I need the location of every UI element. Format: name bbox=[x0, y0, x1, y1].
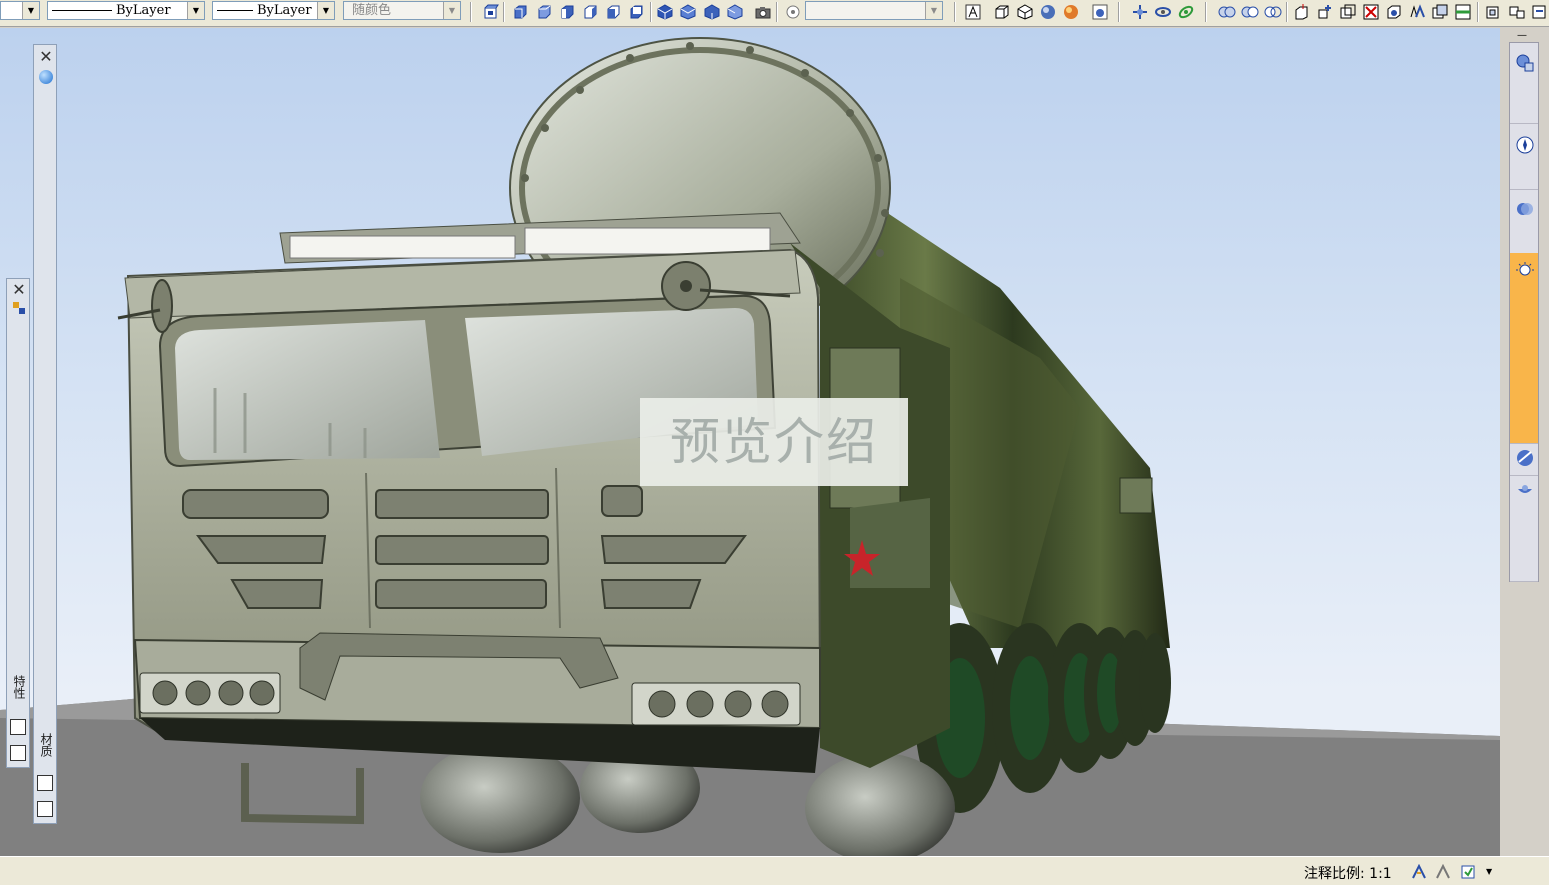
properties-menu-icon[interactable] bbox=[37, 801, 53, 817]
dashboard-panel bbox=[1509, 42, 1539, 582]
toolbar: ▼ ByLayer ▼ ByLayer ▼ 随颜色 ▼ ▼ bbox=[0, 0, 1549, 27]
free-orbit-icon[interactable] bbox=[1177, 3, 1195, 21]
ucs-icon[interactable] bbox=[784, 3, 802, 21]
conceptual-icon[interactable] bbox=[1062, 3, 1080, 21]
iso-nw-icon[interactable] bbox=[726, 3, 744, 21]
preview-watermark: 预览介绍 bbox=[640, 398, 908, 486]
properties-label: 特性 bbox=[12, 675, 26, 699]
auto-hide-icon[interactable] bbox=[10, 719, 26, 735]
3d-box-icon[interactable] bbox=[482, 3, 500, 21]
view-left-icon[interactable] bbox=[558, 3, 576, 21]
materials-icon[interactable] bbox=[1515, 448, 1535, 468]
shell-icon[interactable] bbox=[1484, 3, 1502, 21]
lights-section-active[interactable] bbox=[1510, 253, 1538, 444]
chevron-down-icon: ▼ bbox=[22, 2, 39, 19]
solid-subtract-icon[interactable] bbox=[1241, 3, 1259, 21]
iso-sw-icon[interactable] bbox=[656, 3, 674, 21]
quick-select-icon[interactable] bbox=[12, 301, 26, 315]
iso-ne-icon[interactable] bbox=[703, 3, 721, 21]
lineweight-value: ByLayer bbox=[257, 3, 312, 18]
pan-icon[interactable] bbox=[1131, 3, 1149, 21]
materials-palette: ✕ 材质 bbox=[33, 44, 57, 824]
properties-palette: ✕ 特性 bbox=[6, 278, 30, 768]
linetype-value: ByLayer bbox=[116, 3, 171, 18]
solid-intersect-icon[interactable] bbox=[1264, 3, 1282, 21]
chevron-down-icon[interactable]: ▼ bbox=[1486, 864, 1502, 880]
auto-scale-icon[interactable] bbox=[1435, 863, 1451, 880]
drawing-viewport[interactable]: 预览介绍 bbox=[0, 28, 1500, 856]
close-icon[interactable]: ✕ bbox=[38, 49, 54, 65]
extrude-icon[interactable] bbox=[1293, 3, 1311, 21]
align-3d-icon[interactable] bbox=[1362, 3, 1380, 21]
chevron-down-icon: ▼ bbox=[317, 2, 334, 19]
view-back-icon[interactable] bbox=[627, 3, 645, 21]
status-bar: 注释比例: 1:1 ▼ bbox=[0, 856, 1549, 885]
solid-union-icon[interactable] bbox=[1218, 3, 1236, 21]
realistic-icon[interactable] bbox=[1039, 3, 1057, 21]
chevron-down-icon: ▼ bbox=[443, 2, 460, 19]
camera-icon[interactable] bbox=[754, 3, 772, 21]
clean-icon[interactable] bbox=[1531, 3, 1549, 21]
view-right-icon[interactable] bbox=[581, 3, 599, 21]
auto-hide-icon[interactable] bbox=[37, 775, 53, 791]
view-top-icon[interactable] bbox=[511, 3, 529, 21]
globe-icon bbox=[39, 70, 53, 84]
annotation-visibility-icon[interactable] bbox=[1411, 863, 1427, 880]
chevron-down-icon: ▼ bbox=[925, 2, 942, 19]
move-3d-icon[interactable] bbox=[1316, 3, 1334, 21]
view-bottom-icon[interactable] bbox=[535, 3, 553, 21]
plotstyle-dropdown[interactable]: 随颜色 ▼ bbox=[343, 1, 461, 20]
array-3d-icon[interactable] bbox=[1408, 3, 1426, 21]
section-icon[interactable] bbox=[1454, 3, 1472, 21]
visual-style-manager-icon[interactable] bbox=[1091, 3, 1109, 21]
render-icon[interactable] bbox=[1515, 481, 1535, 501]
view-front-icon[interactable] bbox=[604, 3, 622, 21]
lock-toolbar-icon[interactable] bbox=[1460, 864, 1476, 880]
properties-menu-icon[interactable] bbox=[10, 745, 26, 761]
separate-icon[interactable] bbox=[1508, 3, 1526, 21]
light-icon[interactable] bbox=[1515, 261, 1535, 281]
annotation-scale[interactable]: 注释比例: 1:1 bbox=[1304, 863, 1392, 883]
hidden-icon[interactable] bbox=[993, 3, 1011, 21]
wireframe-icon[interactable] bbox=[964, 3, 982, 21]
mirror-3d-icon[interactable] bbox=[1385, 3, 1403, 21]
named-views-dropdown[interactable]: ▼ bbox=[805, 1, 943, 20]
linetype-dropdown[interactable]: ByLayer ▼ bbox=[47, 1, 205, 20]
annotation-scale-value: 1:1 bbox=[1369, 866, 1392, 882]
minimize-icon[interactable]: — bbox=[1517, 31, 1531, 41]
navigation-icon[interactable] bbox=[1515, 135, 1535, 155]
color-dropdown[interactable]: ▼ bbox=[0, 1, 40, 20]
slice-icon[interactable] bbox=[1431, 3, 1449, 21]
tool-palette-dock: — bbox=[1503, 28, 1549, 856]
materials-label: 材质 bbox=[39, 733, 53, 757]
annotation-scale-label: 注释比例: bbox=[1304, 866, 1365, 882]
rotate-3d-icon[interactable] bbox=[1339, 3, 1357, 21]
chevron-down-icon: ▼ bbox=[187, 2, 204, 19]
lineweight-dropdown[interactable]: ByLayer ▼ bbox=[212, 1, 335, 20]
plotstyle-value: 随颜色 bbox=[352, 3, 392, 18]
close-icon[interactable]: ✕ bbox=[11, 282, 27, 298]
hidden-solid-icon[interactable] bbox=[1016, 3, 1034, 21]
3d-make-icon[interactable] bbox=[1515, 53, 1535, 73]
iso-se-icon[interactable] bbox=[679, 3, 697, 21]
orbit-icon[interactable] bbox=[1154, 3, 1172, 21]
visual-style-icon[interactable] bbox=[1515, 199, 1535, 219]
